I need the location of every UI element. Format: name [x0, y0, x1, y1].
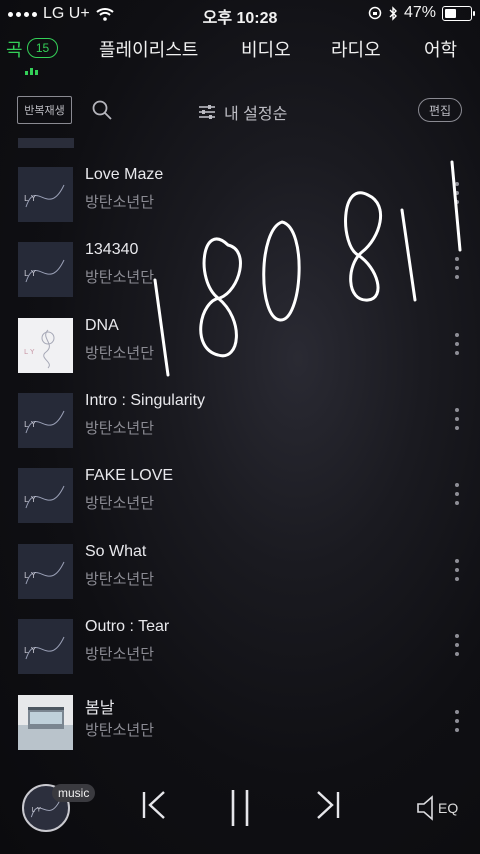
now-playing-indicator-icon: [25, 68, 38, 75]
list-item[interactable]: L Y 134340 방탄소년단: [0, 232, 480, 307]
category-tabs: 곡 15 플레이리스트 비디오 라디오 어학: [0, 32, 480, 62]
tab-language[interactable]: 어학: [424, 36, 457, 62]
song-artist: 방탄소년단: [85, 571, 155, 588]
eq-label: EQ: [438, 800, 459, 816]
edit-button[interactable]: 편집: [418, 98, 462, 122]
list-item[interactable]: L Y Intro : Singularity 방탄소년단: [0, 383, 480, 458]
battery-percent: 47%: [403, 4, 436, 21]
tab-videos[interactable]: 비디오: [241, 36, 291, 62]
song-title: Love Maze: [85, 166, 164, 183]
list-toolbar: 반복재생 내 설정순 편집: [0, 94, 480, 128]
more-options-icon[interactable]: [452, 182, 462, 204]
more-options-icon[interactable]: [452, 257, 462, 279]
song-title: 봄날: [85, 700, 115, 717]
tab-playlists[interactable]: 플레이리스트: [99, 36, 198, 62]
song-artist: 방탄소년단: [85, 345, 155, 362]
song-title: Outro : Tear: [85, 618, 170, 635]
song-title: DNA: [85, 317, 119, 334]
sort-label: 내 설정순: [224, 106, 288, 123]
album-art: [18, 138, 74, 148]
song-title: 134340: [85, 241, 139, 258]
more-options-icon[interactable]: [452, 483, 462, 505]
more-options-icon[interactable]: [452, 559, 462, 581]
previous-track-icon[interactable]: [140, 788, 168, 822]
list-item[interactable]: L Y DNA 방탄소년단: [0, 308, 480, 383]
song-artist: 방탄소년단: [85, 722, 155, 739]
music-badge: music: [52, 784, 96, 802]
song-artist: 방탄소년단: [85, 646, 155, 663]
svg-text:L Y: L Y: [24, 420, 36, 429]
svg-text:L Y: L Y: [24, 646, 36, 655]
list-item[interactable]: L Y FAKE LOVE 방탄소년단: [0, 458, 480, 533]
song-artist: 방탄소년단: [85, 420, 155, 437]
more-options-icon[interactable]: [452, 408, 462, 430]
svg-text:L Y: L Y: [24, 194, 36, 203]
equalizer-button[interactable]: EQ: [416, 794, 458, 822]
next-track-icon[interactable]: [314, 788, 342, 822]
sort-dropdown[interactable]: 내 설정순: [198, 100, 287, 124]
album-art: L Y: [18, 619, 73, 674]
speaker-icon: [417, 795, 433, 821]
repeat-button[interactable]: 반복재생: [17, 96, 72, 124]
more-options-icon[interactable]: [452, 710, 462, 732]
song-title: So What: [85, 543, 147, 560]
battery-icon: [442, 5, 475, 21]
svg-text:L Y: L Y: [24, 269, 36, 278]
album-art: L Y: [18, 167, 73, 222]
svg-text:L Y: L Y: [24, 571, 36, 580]
album-art: L Y: [18, 468, 73, 523]
svg-text:L Y: L Y: [24, 495, 36, 504]
song-artist: 방탄소년단: [85, 269, 155, 286]
svg-text:L Y: L Y: [24, 348, 35, 356]
album-art: L Y: [18, 318, 73, 373]
song-count-badge: 15: [27, 38, 58, 58]
song-title: Intro : Singularity: [85, 392, 206, 409]
sort-settings-icon: [199, 105, 215, 119]
list-item[interactable]: L Y Love Maze 방탄소년단: [0, 157, 480, 232]
album-art: L Y: [18, 393, 73, 448]
player-bar: L Y music EQ: [0, 770, 480, 854]
album-art: L Y: [18, 242, 73, 297]
song-artist: 방탄소년단: [85, 495, 155, 512]
tab-songs[interactable]: 곡: [6, 36, 23, 62]
album-art: [18, 695, 73, 750]
song-title: FAKE LOVE: [85, 467, 174, 484]
more-options-icon[interactable]: [452, 333, 462, 355]
tab-radio[interactable]: 라디오: [331, 36, 381, 62]
rotation-lock-icon: [368, 6, 382, 20]
list-item[interactable]: L Y So What 방탄소년단: [0, 534, 480, 609]
svg-text:L Y: L Y: [31, 806, 41, 814]
list-item[interactable]: L Y Outro : Tear 방탄소년단: [0, 609, 480, 684]
list-item[interactable]: 봄날 방탄소년단: [0, 685, 480, 760]
pause-icon[interactable]: [228, 788, 252, 828]
bluetooth-icon: [389, 5, 397, 21]
search-icon[interactable]: [92, 100, 112, 120]
status-bar: LG U+ 오후 10:28 47%: [0, 0, 480, 28]
song-artist: 방탄소년단: [85, 194, 155, 211]
album-art: L Y: [18, 544, 73, 599]
more-options-icon[interactable]: [452, 634, 462, 656]
